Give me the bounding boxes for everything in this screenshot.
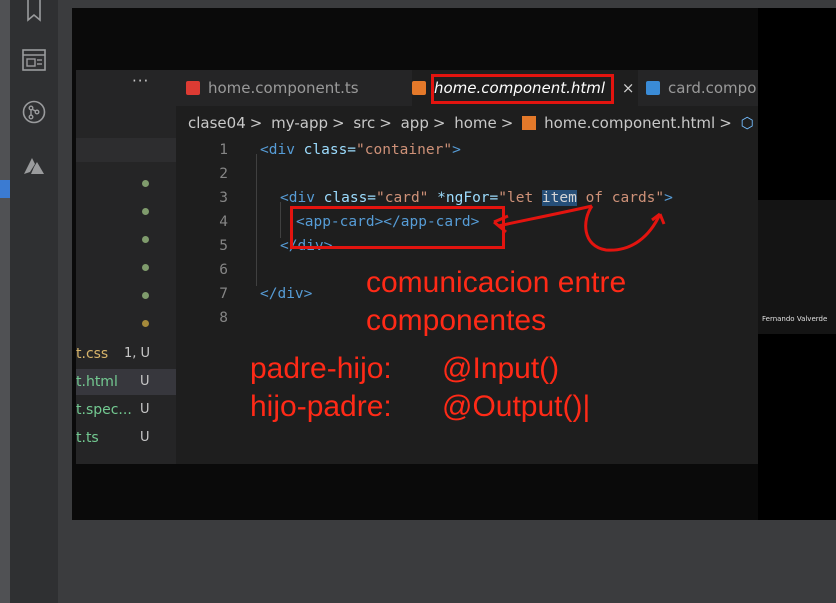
annotation-output-decorator: @Output()| <box>442 390 591 423</box>
annotation-hijo-padre-label: hijo-padre: <box>250 390 392 423</box>
vscode-window: ··· t.css 1, U t.html U t.spec... U t.ts <box>76 70 780 464</box>
browser-window-icon[interactable] <box>22 48 46 72</box>
annotation-componentes: componentes <box>366 304 547 337</box>
activity-marker <box>0 180 10 198</box>
outer-sidebar <box>0 0 10 603</box>
arrow-to-item <box>497 204 593 228</box>
curved-arrow <box>584 205 662 252</box>
annotation-padre-hijo-label: padre-hijo: <box>250 352 392 385</box>
bookmark-icon[interactable] <box>22 0 46 24</box>
participant-name: Fernando Valverde <box>762 315 828 323</box>
activity-bar <box>10 0 58 603</box>
source-control-icon[interactable] <box>22 100 46 124</box>
participant-video-tile[interactable] <box>758 200 836 334</box>
screen-share-video: ··· t.css 1, U t.html U t.spec... U t.ts <box>72 8 836 520</box>
annotation-input-decorator: @Input() <box>442 352 560 385</box>
azure-icon[interactable] <box>22 154 46 178</box>
annotation-comunicacion: comunicacion entre <box>366 266 627 299</box>
